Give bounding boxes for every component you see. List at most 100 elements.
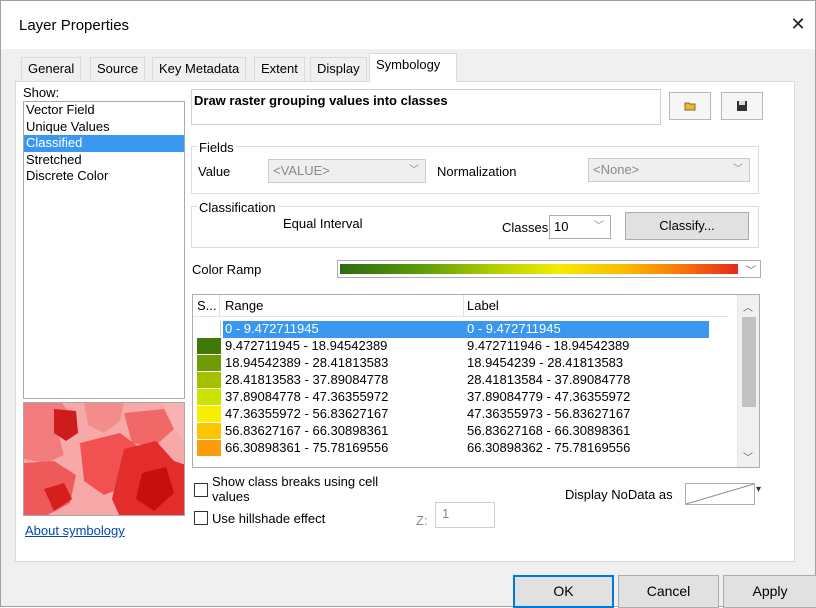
label-cell[interactable]: 9.472711946 - 18.94542389	[465, 338, 709, 355]
header-range[interactable]: Range	[225, 298, 263, 313]
table-scrollbar[interactable]: ︿ ﹀	[737, 295, 759, 467]
save-button[interactable]	[721, 92, 763, 120]
fields-group-label: Fields	[197, 140, 236, 155]
table-row[interactable]: 9.472711945 - 18.94542389 9.472711946 - 1…	[193, 338, 709, 355]
range-cell[interactable]: 56.83627167 - 66.30898361	[223, 423, 467, 440]
folder-open-icon	[684, 100, 696, 112]
classes-value: 10	[554, 219, 569, 234]
classify-button[interactable]: Classify...	[625, 212, 749, 240]
table-header: S... Range Label	[193, 295, 729, 317]
scroll-thumb[interactable]	[742, 317, 756, 407]
tab-general[interactable]: General	[21, 57, 82, 81]
show-list: Vector Field Unique Values Classified St…	[23, 101, 185, 399]
show-label: Show:	[23, 85, 60, 100]
range-cell[interactable]: 47.36355972 - 56.83627167	[223, 406, 467, 423]
apply-button[interactable]: Apply	[723, 575, 816, 608]
color-swatch[interactable]	[197, 406, 221, 423]
label-cell[interactable]: 47.36355973 - 56.83627167	[465, 406, 709, 423]
show-class-breaks-checkbox[interactable]	[194, 483, 208, 497]
chevron-down-icon: ﹀	[746, 266, 756, 277]
z-factor-input[interactable]: 1	[435, 502, 495, 528]
color-swatch[interactable]	[197, 440, 221, 457]
show-class-breaks-label-line1: Show class breaks using cell	[212, 474, 379, 489]
table-row[interactable]: 47.36355972 - 56.83627167 47.36355973 - 5…	[193, 406, 709, 423]
range-cell[interactable]: 0 - 9.472711945	[223, 321, 467, 338]
label-cell[interactable]: 28.41813584 - 37.89084778	[465, 372, 709, 389]
nodata-color-picker[interactable]	[685, 483, 755, 505]
scroll-down-icon[interactable]: ﹀	[743, 449, 753, 464]
hillshade-checkbox[interactable]	[194, 511, 208, 525]
tab-symbology[interactable]: Symbology	[369, 53, 457, 82]
label-cell[interactable]: 66.30898362 - 75.78169556	[465, 440, 709, 457]
color-ramp-gradient	[340, 264, 738, 274]
table-row[interactable]: 56.83627167 - 66.30898361 56.83627168 - 6…	[193, 423, 709, 440]
dialog-title: Layer Properties	[19, 17, 130, 34]
show-item-unique-values[interactable]: Unique Values	[24, 119, 184, 136]
range-cell[interactable]: 9.472711945 - 18.94542389	[223, 338, 467, 355]
classes-label: Classes	[502, 220, 549, 235]
classification-group-label: Classification	[197, 200, 278, 215]
range-cell[interactable]: 28.41813583 - 37.89084778	[223, 372, 467, 389]
tab-source[interactable]: Source	[90, 57, 146, 81]
show-item-classified[interactable]: Classified	[24, 135, 184, 152]
column-divider[interactable]	[463, 295, 464, 317]
save-icon	[736, 100, 748, 112]
tab-display[interactable]: Display	[310, 57, 367, 81]
header-symbol[interactable]: S...	[197, 298, 217, 313]
table-row[interactable]: 0 - 9.472711945 0 - 9.472711945	[193, 321, 709, 338]
chevron-down-icon: ﹀	[733, 164, 743, 175]
about-symbology-link[interactable]: About symbology	[25, 523, 125, 538]
description-text: Draw raster grouping values into classes	[194, 93, 448, 108]
show-item-discrete-color[interactable]: Discrete Color	[24, 168, 184, 185]
color-swatch[interactable]	[197, 423, 221, 440]
symbology-preview-image	[23, 402, 185, 516]
chevron-down-icon: ﹀	[594, 221, 604, 232]
table-row[interactable]: 28.41813583 - 37.89084778 28.41813584 - 3…	[193, 372, 709, 389]
color-swatch[interactable]	[197, 355, 221, 372]
import-button[interactable]	[669, 92, 711, 120]
color-swatch[interactable]	[197, 321, 221, 338]
classification-method: Equal Interval	[283, 216, 363, 231]
show-item-vector-field[interactable]: Vector Field	[24, 102, 184, 119]
color-swatch[interactable]	[197, 389, 221, 406]
ok-button[interactable]: OK	[513, 575, 614, 608]
range-cell[interactable]: 66.30898361 - 75.78169556	[223, 440, 467, 457]
label-cell[interactable]: 56.83627168 - 66.30898361	[465, 423, 709, 440]
tab-key-metadata[interactable]: Key Metadata	[152, 57, 247, 81]
table-row[interactable]: 37.89084778 - 47.36355972 37.89084779 - 4…	[193, 389, 709, 406]
value-selected: <VALUE>	[273, 163, 330, 178]
close-icon[interactable]: ✕	[785, 11, 811, 37]
table-row[interactable]: 18.94542389 - 28.41813583 18.9454239 - 28…	[193, 355, 709, 372]
color-ramp-label: Color Ramp	[192, 262, 262, 277]
color-swatch[interactable]	[197, 338, 221, 355]
tab-extent[interactable]: Extent	[254, 57, 305, 81]
table-row[interactable]: 66.30898361 - 75.78169556 66.30898362 - 7…	[193, 440, 709, 457]
range-cell[interactable]: 18.94542389 - 28.41813583	[223, 355, 467, 372]
label-cell[interactable]: 18.9454239 - 28.41813583	[465, 355, 709, 372]
value-dropdown[interactable]: <VALUE> ﹀	[268, 159, 426, 183]
cancel-button[interactable]: Cancel	[618, 575, 719, 608]
label-cell[interactable]: 0 - 9.472711945	[465, 321, 709, 338]
normalization-selected: <None>	[593, 162, 640, 177]
class-breaks-table: S... Range Label 0 - 9.472711945 0 - 9.47…	[192, 294, 760, 468]
description-box: Draw raster grouping values into classes	[191, 89, 661, 125]
chevron-down-icon[interactable]: ▾	[756, 484, 761, 495]
chevron-down-icon: ﹀	[409, 165, 419, 176]
label-cell[interactable]: 37.89084779 - 47.36355972	[465, 389, 709, 406]
normalization-label: Normalization	[437, 164, 517, 179]
column-divider[interactable]	[219, 295, 220, 317]
layer-properties-dialog: Layer Properties ✕ General Source Key Me…	[0, 0, 816, 608]
nodata-label: Display NoData as	[565, 487, 673, 502]
range-cell[interactable]: 37.89084778 - 47.36355972	[223, 389, 467, 406]
value-label: Value	[198, 164, 231, 179]
scroll-up-icon[interactable]: ︿	[743, 299, 753, 314]
title-bar: Layer Properties ✕	[1, 1, 815, 49]
color-swatch[interactable]	[197, 372, 221, 389]
show-class-breaks-label-line2: values	[212, 489, 250, 504]
normalization-dropdown[interactable]: <None> ﹀	[588, 158, 750, 182]
show-item-stretched[interactable]: Stretched	[24, 152, 184, 169]
header-label[interactable]: Label	[467, 298, 499, 313]
classes-dropdown[interactable]: 10 ﹀	[549, 215, 611, 239]
color-ramp-dropdown[interactable]: ﹀	[337, 260, 761, 278]
z-label: Z:	[416, 513, 428, 528]
